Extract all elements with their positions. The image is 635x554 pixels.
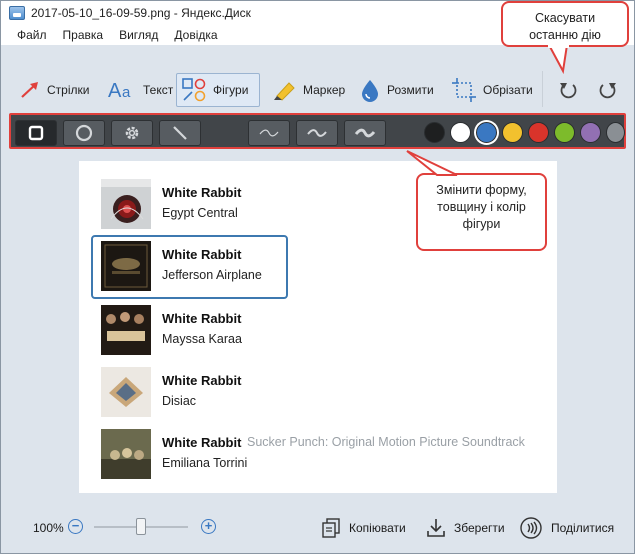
callout-pointer [406, 150, 458, 176]
thick-wave-icon [354, 128, 376, 138]
copy-button[interactable]: Копіювати [321, 515, 406, 541]
album-cover-image [101, 367, 151, 417]
callout-line: товщину і колір [437, 200, 526, 214]
menu-view[interactable]: Вигляд [119, 28, 158, 42]
track-artist: Emiliana Torrini [162, 456, 248, 470]
color-swatch-yellow[interactable] [502, 122, 523, 143]
copy-label: Копіювати [349, 521, 406, 535]
tool-blur-label: Розмити [387, 83, 434, 97]
menu-help[interactable]: Довідка [174, 28, 217, 42]
album-cover-image [101, 305, 151, 355]
tool-arrows[interactable]: Стрілки [15, 73, 93, 107]
tool-crop-label: Обрізати [483, 83, 533, 97]
thin-wave-icon [259, 129, 279, 137]
menu-file[interactable]: Файл [17, 28, 47, 42]
share-button[interactable]: Поділитися [519, 515, 614, 541]
save-label: Зберегти [454, 521, 505, 535]
callout-pointer [547, 45, 569, 75]
tool-shapes-label: Фігури [213, 83, 249, 97]
marker-icon [274, 82, 295, 101]
album-cover-image [101, 179, 151, 229]
color-swatch-red[interactable] [528, 122, 549, 143]
svg-text:a: a [122, 84, 131, 101]
undo-callout: Скасувати останню дію [501, 1, 629, 47]
crop-icon [452, 78, 476, 102]
line-shape-icon [173, 126, 187, 140]
color-swatch-green[interactable] [554, 122, 575, 143]
track-title: White Rabbit [162, 373, 242, 388]
shapes-icon [182, 78, 206, 102]
zoom-slider-thumb[interactable] [136, 518, 146, 535]
shape-square-button[interactable] [15, 120, 57, 146]
track-album: Sucker Punch: Original Motion Picture So… [247, 435, 525, 449]
track-title: White Rabbit [162, 311, 242, 326]
color-swatch-blue[interactable] [476, 122, 497, 143]
gear-shape-icon [125, 126, 139, 140]
drawn-rectangle-shape[interactable] [91, 235, 288, 299]
thickness-thick-button[interactable] [344, 120, 386, 146]
window-title: 2017-05-10_16-09-59.png - Яндекс.Диск [31, 6, 251, 20]
blur-drop-icon [362, 80, 378, 102]
tool-marker[interactable]: Маркер [267, 73, 349, 107]
color-swatch-purple[interactable] [580, 122, 601, 143]
tool-blur[interactable]: Розмити [355, 73, 438, 107]
app-window: 2017-05-10_16-09-59.png - Яндекс.Диск Фа… [0, 0, 635, 554]
tool-arrows-label: Стрілки [47, 83, 90, 97]
share-icon [520, 517, 542, 539]
tool-marker-label: Маркер [303, 83, 346, 97]
track-artist: Egypt Central [162, 206, 238, 220]
track-title: White Rabbit [162, 435, 242, 450]
color-swatch-gray[interactable] [606, 122, 625, 143]
track-title: White Rabbit [162, 185, 242, 200]
shape-line-button[interactable] [159, 120, 201, 146]
shape-callout: Змінити форму, товщину і колір фігури [416, 173, 547, 251]
svg-text:A: A [108, 80, 122, 101]
list-item: White Rabbit Sucker Punch: Original Moti… [79, 423, 557, 485]
list-item: White Rabbit Mayssa Karaa [79, 299, 557, 361]
tool-crop[interactable]: Обрізати [447, 73, 537, 107]
callout-line: фігури [462, 217, 501, 231]
thickness-thin-button[interactable] [248, 120, 290, 146]
redo-button[interactable] [596, 78, 620, 102]
callout-line: Скасувати [534, 11, 596, 25]
shape-gear-button[interactable] [111, 120, 153, 146]
color-swatch-white[interactable] [450, 122, 471, 143]
tool-text[interactable]: A a Текст [103, 73, 177, 107]
square-shape-icon [28, 125, 44, 141]
zoom-in-button[interactable]: + [201, 519, 216, 534]
bottom-bar: 100% − + Копіювати Зберегти Поділитися [1, 507, 634, 553]
menu-edit[interactable]: Правка [63, 28, 104, 42]
tool-text-label: Текст [143, 83, 174, 97]
download-icon [427, 519, 445, 537]
arrow-icon [21, 82, 38, 98]
copy-icon [322, 518, 340, 538]
thickness-medium-button[interactable] [296, 120, 338, 146]
medium-wave-icon [307, 129, 327, 137]
callout-line: Змінити форму, [436, 183, 527, 197]
undo-button[interactable] [556, 78, 580, 102]
share-label: Поділитися [551, 521, 615, 535]
shape-options-bar [9, 113, 626, 149]
zoom-out-button[interactable]: − [68, 519, 83, 534]
track-artist: Mayssa Karaa [162, 332, 242, 346]
tool-shapes[interactable]: Фігури [176, 73, 260, 107]
shape-circle-button[interactable] [63, 120, 105, 146]
track-artist: Disiac [162, 394, 197, 408]
save-button[interactable]: Зберегти [426, 515, 505, 541]
undo-icon [560, 83, 577, 99]
text-icon: A a [108, 80, 131, 101]
color-swatch-black[interactable] [424, 122, 445, 143]
app-logo-icon [9, 6, 25, 20]
zoom-level: 100% [33, 521, 64, 535]
circle-shape-icon [75, 124, 93, 142]
redo-icon [599, 83, 616, 99]
callout-line: останню дію [529, 28, 601, 42]
list-item: White Rabbit Disiac [79, 361, 557, 423]
toolbar-divider [542, 71, 543, 107]
album-cover-image [101, 429, 151, 479]
